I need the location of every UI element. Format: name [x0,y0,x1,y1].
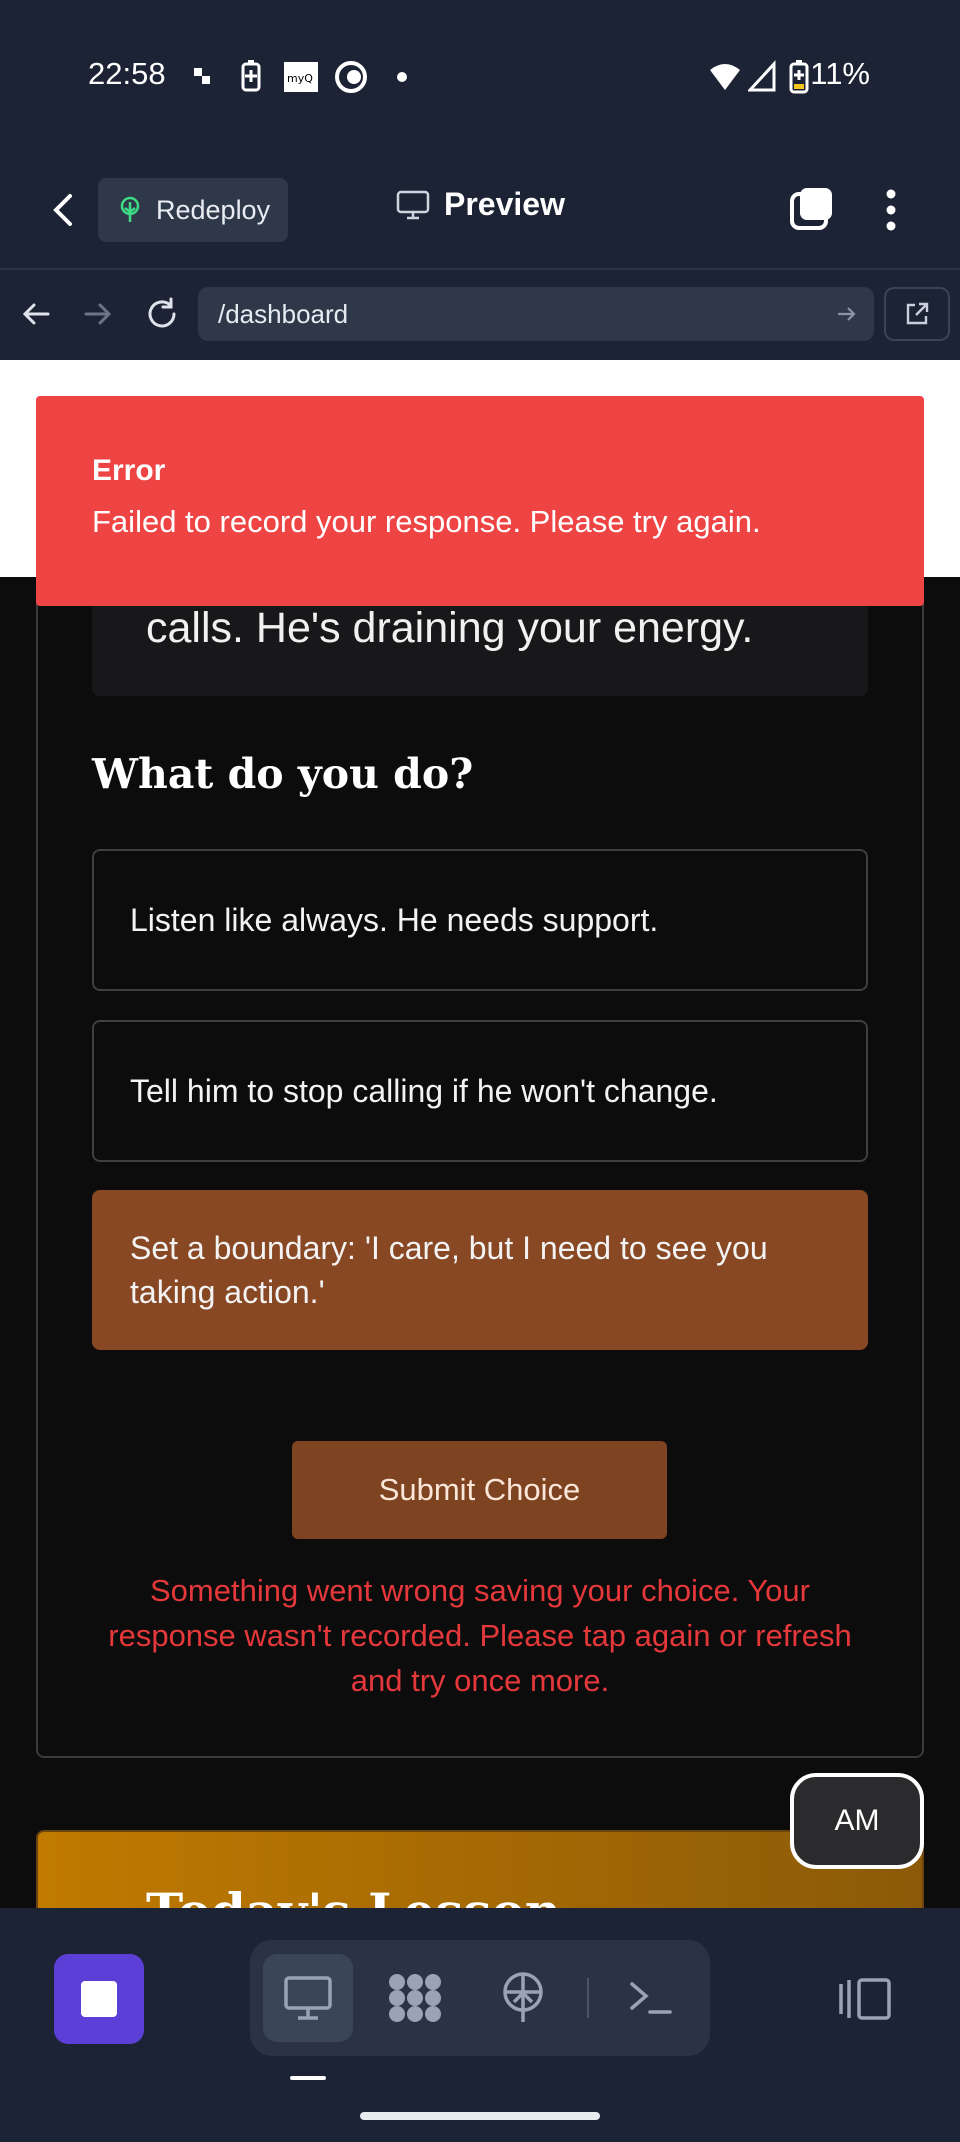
lesson-title: Today's Lesson [146,1882,561,1908]
reload-icon[interactable] [144,296,180,332]
open-external-button[interactable] [884,287,950,341]
app-icon [335,61,367,93]
battery-saver-icon [241,60,261,92]
preview-label: Preview [444,186,565,222]
toast-message: Failed to record your response. Please t… [92,504,761,539]
layout-button[interactable] [820,1954,910,2044]
tab-terminal[interactable] [606,1954,696,2042]
home-indicator[interactable] [360,2112,600,2120]
layout-icon [839,1978,891,2020]
error-toast: Error Failed to record your response. Pl… [36,396,924,606]
preview-title: Preview [396,186,565,223]
submit-choice-button[interactable]: Submit Choice [292,1441,667,1539]
more-vert-icon[interactable] [878,186,904,234]
deploy-icon [503,1972,543,2022]
stop-icon [81,1981,117,2017]
active-tab-indicator [290,2076,326,2080]
battery-percent: 11% [810,56,870,91]
arrow-right-icon[interactable] [82,298,114,330]
go-arrow-icon[interactable] [836,303,858,325]
monitor-icon [396,190,430,219]
tab-deploy[interactable] [478,1954,568,2042]
dot-icon [397,72,407,82]
svg-text:myQ: myQ [287,72,313,85]
redeploy-button[interactable]: Redeploy [98,178,288,242]
url-field[interactable]: /dashboard [198,287,874,341]
arrow-left-icon[interactable] [20,298,52,330]
toast-title: Error [92,454,166,487]
tab-divider [587,1978,589,2018]
battery-icon [789,60,809,94]
myq-icon: myQ [284,62,318,92]
choice-option[interactable]: Tell him to stop calling if he won't cha… [92,1020,868,1162]
external-link-icon [906,302,929,325]
stop-button[interactable] [54,1954,144,2044]
grid-icon [389,1974,441,2022]
scenario-text: calls. He's draining your energy. [146,604,754,652]
choice-option[interactable]: Listen like always. He needs support. [92,849,868,991]
desktop-icon [284,1976,332,2020]
wifi-icon [710,64,740,90]
tab-grid[interactable] [370,1954,460,2042]
choice-option-selected[interactable]: Set a boundary: 'I care, but I need to s… [92,1190,868,1350]
question-heading: What do you do? [92,750,474,798]
terminal-icon [630,1982,672,2014]
tree-icon [120,196,140,222]
redeploy-label: Redeploy [156,194,271,225]
avatar[interactable]: AM [790,1773,924,1869]
notification-icon [194,68,210,84]
status-time: 22:58 [88,56,166,91]
signal-icon [748,60,776,92]
url-text: /dashboard [218,298,349,329]
tab-desktop[interactable] [263,1954,353,2042]
inline-error-message: Something went wrong saving your choice.… [108,1573,852,1698]
tabs-icon[interactable] [788,186,834,232]
back-chevron-icon[interactable] [48,190,80,230]
